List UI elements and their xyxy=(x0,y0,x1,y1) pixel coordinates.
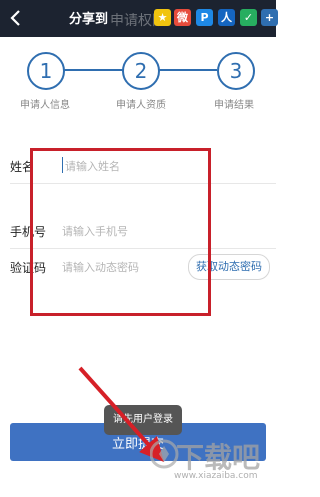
step-3-circle: 3 xyxy=(217,52,255,90)
tencent-weibo-icon[interactable]: P xyxy=(196,9,213,26)
watermark-url: www.xiazaiba.com xyxy=(174,471,258,481)
step-1-circle: 1 xyxy=(27,52,65,90)
more-icon[interactable]: + xyxy=(261,9,278,26)
weibo-icon[interactable]: 微 xyxy=(174,9,191,26)
step-3-label: 申请结果 xyxy=(214,100,254,111)
step-2-label: 申请人资质 xyxy=(116,100,166,111)
highlight-box xyxy=(30,148,211,316)
step-connector xyxy=(63,69,123,71)
share-label: 分享到 xyxy=(69,12,109,27)
step-2-circle: 2 xyxy=(122,52,160,90)
top-bar: 申请权限 分享到 ★ 微 P 人 ✓ + xyxy=(0,0,278,37)
step-1-label: 申请人信息 xyxy=(20,100,70,111)
qzone-icon[interactable]: ★ xyxy=(154,9,171,26)
wechat-icon[interactable]: ✓ xyxy=(240,9,257,26)
step-connector xyxy=(157,69,217,71)
watermark-brand: 下载吧 xyxy=(176,441,261,474)
renren-icon[interactable]: 人 xyxy=(218,9,235,26)
